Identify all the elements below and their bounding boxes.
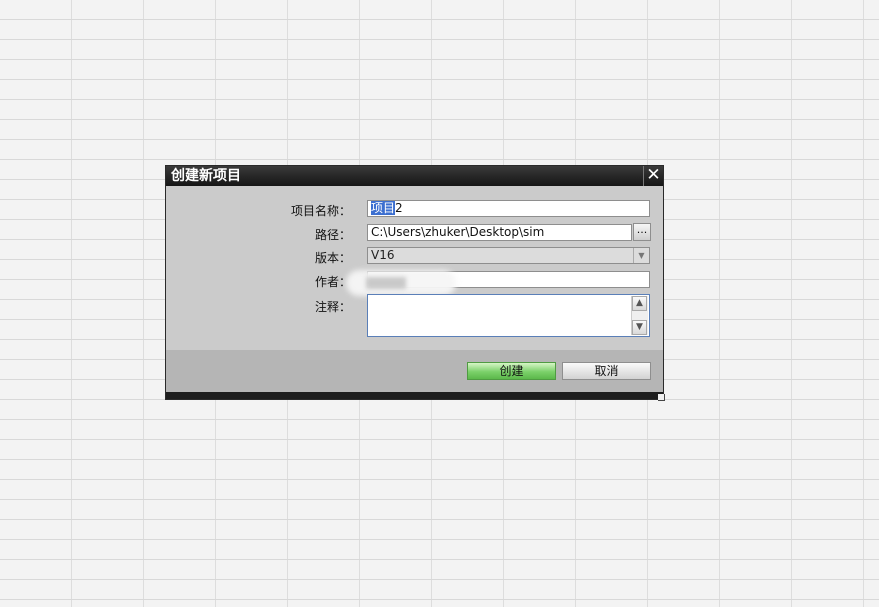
path-input[interactable]: C:\Users\zhuker\Desktop\sim <box>367 224 632 241</box>
chevron-down-icon[interactable]: ▼ <box>632 320 647 335</box>
dialog-title: 创建新项目 <box>171 168 241 184</box>
project-name-rest-text: 2 <box>395 201 403 215</box>
bottom-border <box>166 392 663 399</box>
redaction-blur-core <box>366 277 406 289</box>
version-value: V16 <box>371 248 395 262</box>
project-name-input[interactable]: 项目2 <box>367 200 650 217</box>
version-label: 版本： <box>314 251 351 265</box>
project-name-selected-text: 项目 <box>371 201 396 215</box>
chevron-up-icon[interactable]: ▲ <box>632 296 647 311</box>
project-name-label: 项目名称： <box>290 204 351 218</box>
ellipsis-icon: ... <box>636 223 648 236</box>
close-icon[interactable]: ✕ <box>643 166 663 186</box>
path-label: 路径： <box>314 228 351 242</box>
title-bar[interactable]: 创建新项目 ✕ <box>166 166 663 186</box>
browse-button[interactable]: ... <box>633 223 651 241</box>
chevron-down-icon[interactable]: ▼ <box>633 248 649 263</box>
comment-scrollbar[interactable]: ▲ ▼ <box>631 296 648 335</box>
create-button[interactable]: 创建 <box>467 362 556 380</box>
create-project-dialog: 创建新项目 ✕ 项目名称： 项目2 路径： C:\Users\zhuker\De… <box>165 165 665 401</box>
resize-grip-icon[interactable] <box>658 394 665 401</box>
comment-label: 注释： <box>314 300 351 314</box>
cancel-button[interactable]: 取消 <box>562 362 651 380</box>
comment-textarea[interactable]: ▲ ▼ <box>367 294 650 337</box>
dialog-footer: 创建 取消 <box>166 350 663 393</box>
version-select[interactable]: V16 ▼ <box>367 247 650 264</box>
